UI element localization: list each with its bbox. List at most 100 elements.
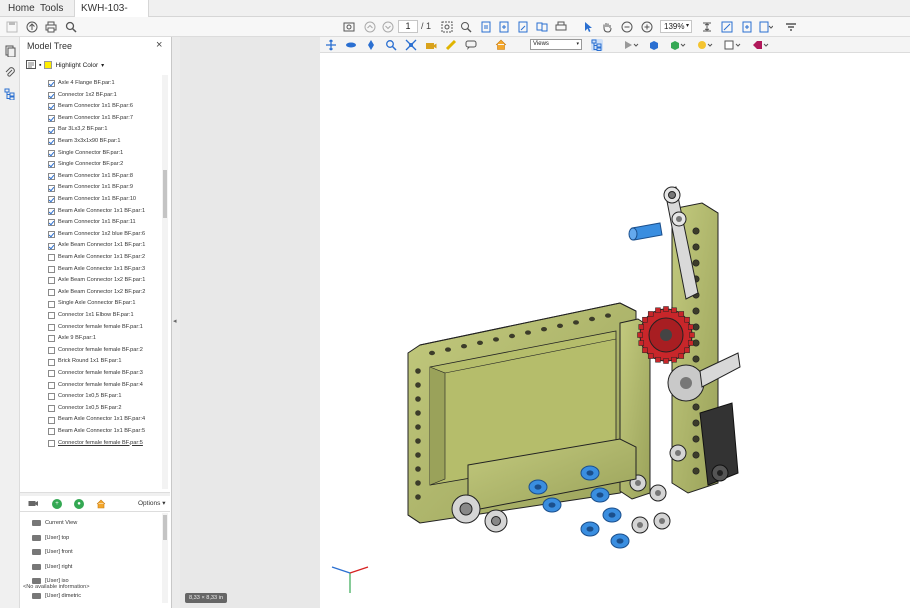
tree-item-checkbox[interactable] bbox=[48, 173, 55, 181]
render-mode-icon[interactable] bbox=[668, 39, 688, 51]
view-item[interactable]: [User] top bbox=[32, 531, 69, 545]
tree-item[interactable]: Beam Connector 1x1 BF.par:11 bbox=[48, 217, 136, 229]
tree-item-checkbox[interactable] bbox=[48, 439, 55, 447]
tree-item[interactable]: Beam Connector 1x1 BF.par:10 bbox=[48, 194, 136, 206]
zoom-level-select[interactable]: 139% ▾ bbox=[660, 20, 692, 33]
edit-pdf-icon[interactable] bbox=[515, 19, 531, 35]
view-item[interactable]: [User] dimetric bbox=[32, 589, 81, 603]
screenshot-icon[interactable] bbox=[341, 19, 357, 35]
views-scrollbar-thumb[interactable] bbox=[163, 515, 167, 540]
tree-item-checkbox[interactable] bbox=[48, 196, 55, 204]
tree-item[interactable]: Single Connector BF.par:2 bbox=[48, 159, 123, 171]
page-down-icon[interactable] bbox=[380, 19, 396, 35]
tree-item[interactable]: Brick Round 1x1 BF.par:1 bbox=[48, 356, 121, 368]
tree-item-checkbox[interactable] bbox=[48, 335, 55, 343]
tree-item[interactable]: Connector female female BF.par:2 bbox=[48, 345, 143, 357]
tree-item-checkbox[interactable] bbox=[48, 115, 55, 123]
pan-3d-icon[interactable] bbox=[365, 39, 377, 51]
tree-item[interactable]: Connector female female BF.par:3 bbox=[48, 368, 143, 380]
cross-section-icon[interactable] bbox=[751, 39, 771, 51]
lighting-icon[interactable] bbox=[695, 39, 715, 51]
tree-item-checkbox[interactable] bbox=[48, 393, 55, 401]
zoom-marquee-icon[interactable] bbox=[439, 19, 455, 35]
camera-properties-icon[interactable] bbox=[425, 39, 437, 51]
tree-item[interactable]: Connector 1x2 BF.par:1 bbox=[48, 90, 117, 102]
tree-item-checkbox[interactable] bbox=[48, 219, 55, 227]
background-color-icon[interactable] bbox=[723, 39, 743, 51]
views-scrollbar[interactable] bbox=[162, 513, 168, 603]
highlight-color-swatch[interactable] bbox=[44, 61, 53, 69]
comment-3d-icon[interactable] bbox=[465, 39, 477, 51]
tree-item-checkbox[interactable] bbox=[48, 103, 55, 111]
model-tree-icon[interactable] bbox=[3, 88, 17, 102]
spin-icon[interactable] bbox=[345, 39, 357, 51]
create-pdf-icon[interactable] bbox=[496, 19, 512, 35]
rotate-icon[interactable] bbox=[739, 19, 755, 35]
tree-item[interactable]: Connector female female BF.par:1 bbox=[48, 322, 143, 334]
tree-item[interactable]: Beam Connector 1x1 BF.par:8 bbox=[48, 171, 133, 183]
tree-item[interactable]: Axle Beam Connector 1x1 BF.par:1 bbox=[48, 240, 145, 252]
tree-item-checkbox[interactable] bbox=[48, 265, 55, 273]
save-icon[interactable] bbox=[4, 19, 20, 35]
tree-item-checkbox[interactable] bbox=[48, 370, 55, 378]
tree-item[interactable]: Connector female female BF.par:5 bbox=[48, 438, 143, 450]
projection-icon[interactable] bbox=[648, 39, 660, 51]
tree-item-checkbox[interactable] bbox=[48, 289, 55, 297]
tree-item-checkbox[interactable] bbox=[48, 277, 55, 285]
measure-icon[interactable] bbox=[445, 39, 457, 51]
tree-item-checkbox[interactable] bbox=[48, 80, 55, 88]
print-icon[interactable] bbox=[43, 19, 59, 35]
tree-item-checkbox[interactable] bbox=[48, 300, 55, 308]
views-options-menu[interactable]: Options ▾ bbox=[138, 499, 165, 507]
chevron-down-icon[interactable]: ▾ bbox=[101, 62, 104, 69]
more-tools-icon[interactable] bbox=[783, 19, 799, 35]
views-dropdown[interactable]: Views ▾ bbox=[530, 39, 582, 50]
tree-item[interactable]: Axle Beam Connector 1x2 BF.par:1 bbox=[48, 275, 145, 287]
tree-item[interactable]: Connector 1x1 Elbow BF.par:1 bbox=[48, 310, 134, 322]
home-view-icon[interactable] bbox=[96, 499, 106, 509]
tree-item[interactable]: Bar 3Lx3,2 BF.par:1 bbox=[48, 124, 107, 136]
tree-item[interactable]: Single Axle Connector BF.par:1 bbox=[48, 298, 135, 310]
tree-item-checkbox[interactable] bbox=[48, 347, 55, 355]
fit-page-icon[interactable] bbox=[699, 19, 715, 35]
tree-item-checkbox[interactable] bbox=[48, 138, 55, 146]
tree-item[interactable]: Beam Connector 1x1 BF.par:6 bbox=[48, 101, 133, 113]
rotate-3d-icon[interactable] bbox=[325, 39, 337, 51]
hand-tool-icon[interactable] bbox=[599, 19, 615, 35]
tree-options-icon[interactable] bbox=[26, 59, 36, 71]
tree-item-checkbox[interactable] bbox=[48, 184, 55, 192]
find-icon[interactable] bbox=[458, 19, 474, 35]
organize-pages-icon[interactable] bbox=[534, 19, 550, 35]
tree-item[interactable]: Beam Connector 1x1 BF.par:7 bbox=[48, 113, 133, 125]
tree-item-checkbox[interactable] bbox=[48, 428, 55, 436]
collapse-arrow-icon[interactable]: ◂ bbox=[173, 317, 177, 325]
zoom-out-icon[interactable] bbox=[619, 19, 635, 35]
view-item[interactable]: [User] front bbox=[32, 545, 73, 559]
pages-panel-icon[interactable] bbox=[3, 45, 17, 59]
tree-item-checkbox[interactable] bbox=[48, 231, 55, 239]
close-panel-icon[interactable]: × bbox=[156, 39, 162, 51]
tree-item-checkbox[interactable] bbox=[48, 405, 55, 413]
tree-item[interactable]: Connector 1x0,5 BF.par:1 bbox=[48, 391, 121, 403]
print-icon-2[interactable] bbox=[553, 19, 569, 35]
tree-item-checkbox[interactable] bbox=[48, 358, 55, 366]
tree-item[interactable]: Axle Beam Connector 1x2 BF.par:2 bbox=[48, 287, 145, 299]
tree-item-checkbox[interactable] bbox=[48, 161, 55, 169]
tree-item[interactable]: Single Connector BF.par:1 bbox=[48, 148, 123, 160]
tree-item[interactable]: Beam Axle Connector 1x1 BF.par:3 bbox=[48, 264, 145, 276]
tree-item-checkbox[interactable] bbox=[48, 91, 55, 99]
play-animation-icon[interactable] bbox=[622, 39, 640, 51]
tab-document[interactable]: KWH-103-Engine.p... × bbox=[74, 0, 149, 47]
upload-icon[interactable] bbox=[24, 19, 40, 35]
update-view-icon[interactable]: ● bbox=[74, 499, 84, 509]
tree-item[interactable]: Beam Connector 1x2 blue BF.par:6 bbox=[48, 229, 145, 241]
fly-icon[interactable] bbox=[405, 39, 417, 51]
select-cursor-icon[interactable] bbox=[580, 19, 596, 35]
tree-item-checkbox[interactable] bbox=[48, 323, 55, 331]
tree-item[interactable]: Axle 4 Flange BF.par:1 bbox=[48, 78, 115, 90]
tree-item[interactable]: Beam Axle Connector 1x1 BF.par:1 bbox=[48, 206, 145, 218]
view-item[interactable]: [User] right bbox=[32, 560, 72, 574]
tree-item-checkbox[interactable] bbox=[48, 381, 55, 389]
highlight-color-control[interactable]: ▪ Highlight Color ▾ bbox=[26, 59, 104, 71]
toggle-model-tree-icon[interactable] bbox=[591, 39, 603, 51]
